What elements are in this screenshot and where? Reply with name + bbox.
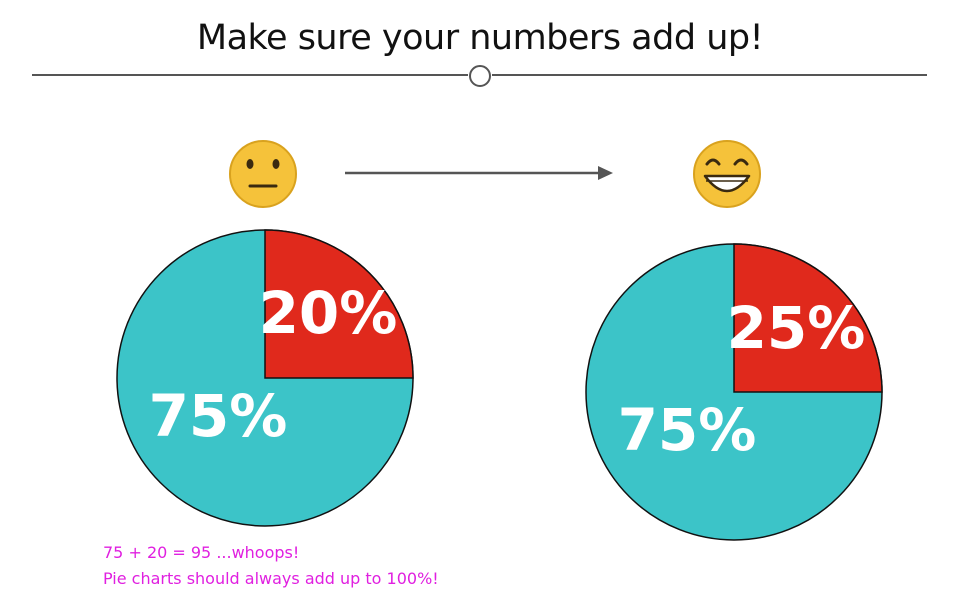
slider-knob[interactable]	[469, 65, 491, 87]
pie-label: 75%	[618, 396, 757, 464]
slide: Make sure your numbers add up! 20% 75% 2…	[0, 0, 960, 600]
explanation-note: 75 + 20 = 95 ...whoops! Pie charts shoul…	[103, 540, 439, 592]
pie-chart-before: 20% 75%	[116, 229, 414, 527]
slide-canvas: 20% 75% 25% 75%	[32, 65, 927, 541]
right-arrow-icon	[345, 166, 613, 180]
pie-label: 75%	[149, 382, 288, 450]
note-line-1: 75 + 20 = 95 ...whoops!	[103, 543, 300, 562]
pie-chart-after: 25% 75%	[585, 243, 883, 541]
grinning-face-icon	[693, 140, 761, 208]
neutral-face-icon	[229, 140, 297, 208]
note-line-2: Pie charts should always add up to 100%!	[103, 569, 439, 588]
pie-label: 25%	[727, 294, 866, 362]
pie-label: 20%	[259, 279, 398, 347]
